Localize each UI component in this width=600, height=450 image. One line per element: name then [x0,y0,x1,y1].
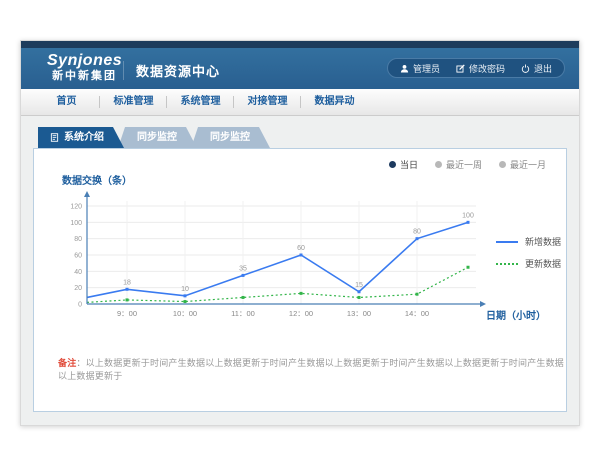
y-axis-title: 数据交换（条） [62,172,132,187]
chart-legend: 新增数据更新数据 [496,235,561,270]
tab[interactable]: 同步监控 [117,127,197,148]
legend-item: 新增数据 [496,235,561,248]
edit-icon [456,64,465,73]
page-title: 数据资源中心 [123,61,220,80]
top-strip [21,41,579,48]
svg-text:0: 0 [78,302,82,309]
radio-dot-icon [499,161,506,168]
chart-panel: 当日 最近一周 最近一月 数据交换（条） 0 20 40 60 80 100 120 18 10… [33,148,567,412]
content-area: 系统介绍 同步监控 同步监控 当日 [21,116,579,425]
tab-label: 同步监控 [137,127,177,148]
time-range-radio[interactable]: 当日 [389,158,418,171]
tab[interactable]: 系统介绍 [38,127,124,148]
time-range-filters: 当日 最近一周 最近一月 [389,158,546,171]
svg-text:35: 35 [239,265,247,272]
time-range-label: 当日 [400,158,418,171]
nav-item-label: 系统管理 [181,96,221,107]
nav-item[interactable]: 首页 [33,89,100,115]
time-range-label: 最近一月 [510,158,546,171]
svg-text:12：00: 12：00 [289,309,313,318]
tab-label: 同步监控 [210,127,250,148]
nav-item[interactable]: 对接管理 [234,89,301,115]
user-menu-item[interactable]: 修改密码 [456,62,505,75]
app-window: Synjones 新中新集团 数据资源中心 管理员 修改密码 退出 [20,40,580,426]
svg-text:14：00: 14：00 [405,309,429,318]
svg-text:60: 60 [74,253,82,260]
x-axis-title: 日期（小时） [486,307,546,322]
header: Synjones 新中新集团 数据资源中心 管理员 修改密码 退出 [21,48,579,89]
nav-item-label: 数据异动 [315,96,355,107]
radio-dot-icon [389,161,396,168]
svg-text:9：00: 9：00 [117,309,137,318]
svg-text:80: 80 [74,236,82,243]
svg-text:100: 100 [70,220,82,227]
brand-logo-subtext: 新中新集团 [47,69,122,83]
document-icon [50,133,59,142]
tab-label: 系统介绍 [64,127,104,148]
brand-logo-text: Synjones [47,52,122,69]
tab-bar: 系统介绍 同步监控 同步监控 [38,127,567,148]
line-chart: 0 20 40 60 80 100 120 18 10 35 60 15 80 100 9：00 10：00 1… [46,189,491,321]
nav-item[interactable]: 数据异动 [301,89,368,115]
svg-text:18: 18 [123,279,131,286]
radio-dot-icon [435,161,442,168]
user-menu-label: 管理员 [413,62,440,75]
time-range-radio[interactable]: 最近一周 [435,158,482,171]
nav-item[interactable]: 系统管理 [167,89,234,115]
nav-item[interactable]: 标准管理 [100,89,167,115]
svg-text:120: 120 [70,204,82,211]
time-range-radio[interactable]: 最近一月 [499,158,546,171]
nav-item-label: 标准管理 [114,96,154,107]
legend-label: 更新数据 [525,257,561,270]
svg-text:100: 100 [462,212,474,219]
footnote: 备注：以上数据更新于时间产生数据以上数据更新于时间产生数据以上数据更新于时间产生… [58,356,566,382]
tab[interactable]: 同步监控 [190,127,270,148]
svg-text:13：00: 13：00 [347,309,371,318]
svg-text:10: 10 [181,286,189,293]
solid-line-icon [496,241,518,243]
svg-text:80: 80 [413,229,421,236]
time-range-label: 最近一周 [446,158,482,171]
user-menu-item[interactable]: 退出 [521,62,552,75]
svg-text:10：00: 10：00 [173,309,197,318]
svg-text:40: 40 [74,269,82,276]
brand-logo: Synjones 新中新集团 [47,52,122,83]
nav-item-label: 首页 [57,96,77,107]
legend-item: 更新数据 [496,257,561,270]
footnote-text: ：以上数据更新于时间产生数据以上数据更新于时间产生数据以上数据更新于时间产生数据… [58,358,564,381]
user-menu-item[interactable]: 管理员 [400,62,440,75]
legend-label: 新增数据 [525,235,561,248]
user-icon [400,64,409,73]
main-nav: 首页 标准管理 系统管理 对接管理 数据异动 [21,89,579,116]
svg-text:20: 20 [74,285,82,292]
user-menu-label: 退出 [534,62,552,75]
dotted-line-icon [496,263,518,265]
svg-text:11：00: 11：00 [231,309,255,318]
svg-text:15: 15 [355,282,363,289]
svg-text:60: 60 [297,245,305,252]
footnote-label: 备注 [58,358,76,368]
user-menu: 管理员 修改密码 退出 [387,58,565,78]
power-icon [521,64,530,73]
nav-item-label: 对接管理 [248,96,288,107]
user-menu-label: 修改密码 [469,62,505,75]
